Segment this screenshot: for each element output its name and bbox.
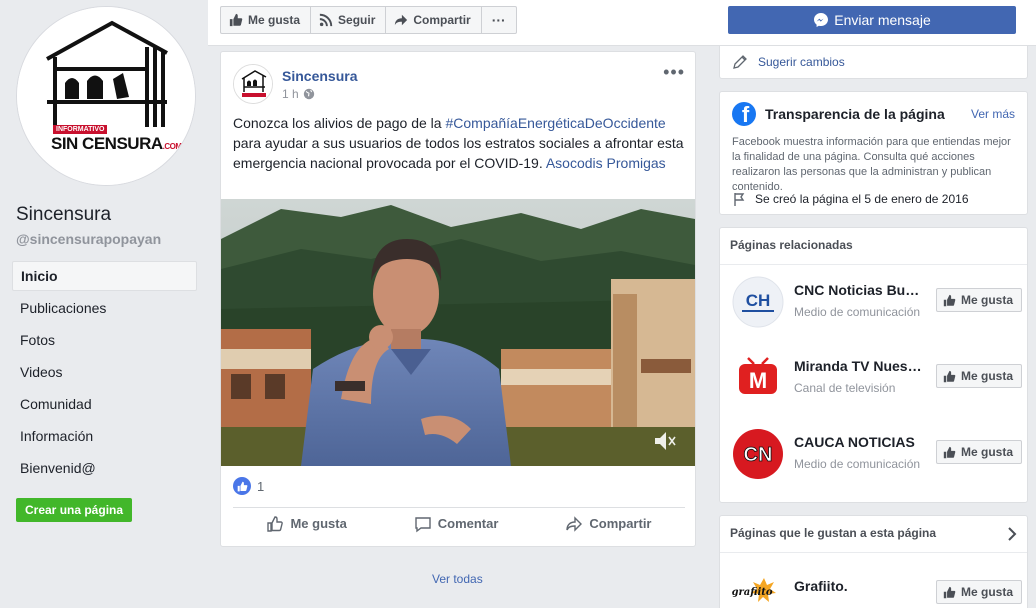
nav-item-publicaciones[interactable]: Publicaciones xyxy=(12,293,197,325)
liked-page-item: grafiito Grafiito. Me gusta xyxy=(732,564,1022,608)
related-page-category: Canal de televisión xyxy=(794,381,896,395)
post-author-name[interactable]: Sincensura xyxy=(282,68,357,84)
thumbs-up-icon xyxy=(943,586,956,598)
svg-text:grafiito: grafiito xyxy=(732,587,773,598)
related-page-item: CH CNC Noticias Buenaventura Medio de co… xyxy=(732,276,1022,332)
flag-icon xyxy=(734,193,745,206)
related-page-like-button[interactable]: Me gusta xyxy=(935,288,1022,312)
post-mention[interactable]: Asocodis Promigas xyxy=(546,155,666,171)
related-page-like-button[interactable]: Me gusta xyxy=(935,440,1022,464)
divider xyxy=(720,264,1027,265)
see-all-link[interactable]: Ver todas xyxy=(432,572,483,586)
post-card: Sincensura 1 h ••• Conozca los alivios d… xyxy=(220,51,696,547)
logo-tag: INFORMATIVO xyxy=(53,125,108,134)
messenger-icon xyxy=(814,13,829,27)
divider xyxy=(720,552,1027,553)
liked-pages-title[interactable]: Páginas que le gustan a esta página xyxy=(730,526,936,540)
nav-item-inicio[interactable]: Inicio xyxy=(12,261,197,291)
related-page-like-button[interactable]: Me gusta xyxy=(935,364,1022,388)
thumbs-up-icon xyxy=(267,515,284,532)
post-reactions[interactable]: 1 xyxy=(233,477,264,495)
post-share-button[interactable]: Compartir xyxy=(565,515,652,533)
related-page-category: Medio de comunicación xyxy=(794,457,921,471)
thumbs-up-icon xyxy=(229,13,243,27)
page-action-bar: Me gusta Seguir Compartir ··· Enviar men… xyxy=(208,0,1036,46)
post-comment-button[interactable]: Comentar xyxy=(414,515,498,533)
rss-follow-icon xyxy=(319,13,333,27)
related-pages-card: Páginas relacionadas CH CNC Noticias Bue… xyxy=(719,227,1028,503)
svg-text:CH: CH xyxy=(746,291,771,310)
nav-item-comunidad[interactable]: Comunidad xyxy=(12,389,197,421)
page-more-button[interactable]: ··· xyxy=(482,7,516,33)
globe-icon xyxy=(303,88,314,100)
related-page-name[interactable]: Miranda TV Nuestro Canal xyxy=(794,358,924,374)
thumbs-up-icon xyxy=(943,294,956,306)
page-follow-button[interactable]: Seguir xyxy=(311,7,387,33)
nav-item-bienvenida[interactable]: Bienvenid@ xyxy=(12,453,197,485)
page-handle[interactable]: @sincensurapopayan xyxy=(16,231,161,247)
pencil-icon xyxy=(733,55,747,69)
post-text: Conozca los alivios de pago de la #Compa… xyxy=(233,115,684,171)
related-page-logo[interactable]: M xyxy=(732,352,784,404)
transparency-see-more[interactable]: Ver más xyxy=(971,107,1015,121)
related-page-logo[interactable]: CH xyxy=(732,276,784,328)
related-page-category: Medio de comunicación xyxy=(794,305,921,319)
svg-text:M: M xyxy=(749,368,767,393)
page-actions-group: Me gusta Seguir Compartir ··· xyxy=(220,6,517,34)
thumbs-up-icon xyxy=(943,446,956,458)
suggest-edits-card: Sugerir cambios xyxy=(719,46,1028,79)
related-page-item: M Miranda TV Nuestro Canal Canal de tele… xyxy=(732,352,1022,408)
related-page-item: CN CAUCA NOTICIAS Medio de comunicación … xyxy=(732,428,1022,484)
liked-page-logo[interactable]: grafiito xyxy=(732,564,784,608)
thumbs-up-icon xyxy=(943,370,956,382)
post-author-avatar[interactable] xyxy=(233,64,273,104)
page-share-button[interactable]: Compartir xyxy=(386,7,482,33)
like-reaction-icon xyxy=(233,477,251,495)
liked-pages-card: Páginas que le gustan a esta página graf… xyxy=(719,515,1028,608)
liked-page-like-button[interactable]: Me gusta xyxy=(935,580,1022,604)
related-page-name[interactable]: CNC Noticias Buenaventura xyxy=(794,282,924,298)
liked-page-name[interactable]: Grafiito. xyxy=(794,578,924,594)
post-hashtag[interactable]: #CompañíaEnergéticaDeOccidente xyxy=(445,115,665,131)
related-page-name[interactable]: CAUCA NOTICIAS xyxy=(794,434,924,450)
reaction-count: 1 xyxy=(257,478,265,494)
left-column: INFORMATIVO SIN CENSURA.COM Sincensura @… xyxy=(0,0,208,608)
post-options-icon[interactable]: ••• xyxy=(663,62,685,83)
share-arrow-icon xyxy=(566,515,583,532)
post-video[interactable] xyxy=(221,199,695,466)
logo-wordmark: SIN CENSURA.COM xyxy=(51,134,182,153)
related-pages-title: Páginas relacionadas xyxy=(730,238,853,252)
page-like-button[interactable]: Me gusta xyxy=(221,7,312,33)
send-message-button[interactable]: Enviar mensaje xyxy=(728,6,1016,34)
nav-item-informacion[interactable]: Información xyxy=(12,421,197,453)
share-arrow-icon xyxy=(395,14,408,26)
post-like-button[interactable]: Me gusta xyxy=(266,515,347,533)
page-name: Sincensura xyxy=(16,204,112,225)
related-page-logo[interactable]: CN xyxy=(732,428,784,480)
facebook-logo-icon: f xyxy=(732,102,756,126)
transparency-card: f Transparencia de la página Ver más Fac… xyxy=(719,91,1028,215)
suggest-edits-link[interactable]: Sugerir cambios xyxy=(732,54,845,70)
transparency-description: Facebook muestra información para que en… xyxy=(732,136,1011,193)
page-profile-picture[interactable]: INFORMATIVO SIN CENSURA.COM xyxy=(16,6,196,186)
page-created-info: Se creó la página el 5 de enero de 2016 xyxy=(732,191,969,207)
svg-text:CN: CN xyxy=(744,444,773,466)
chevron-right-icon[interactable] xyxy=(1007,527,1017,541)
nav-item-videos[interactable]: Videos xyxy=(12,357,197,389)
transparency-title: Transparencia de la página xyxy=(765,106,945,122)
nav-item-fotos[interactable]: Fotos xyxy=(12,325,197,357)
more-dots-icon: ··· xyxy=(491,12,506,28)
post-action-bar: Me gusta Comentar Compartir xyxy=(233,507,685,539)
page-nav: Inicio Publicaciones Fotos Videos Comuni… xyxy=(12,261,197,485)
create-page-button[interactable]: Crear una página xyxy=(16,498,133,522)
comment-bubble-icon xyxy=(415,516,431,532)
post-timestamp: 1 h xyxy=(282,87,315,101)
